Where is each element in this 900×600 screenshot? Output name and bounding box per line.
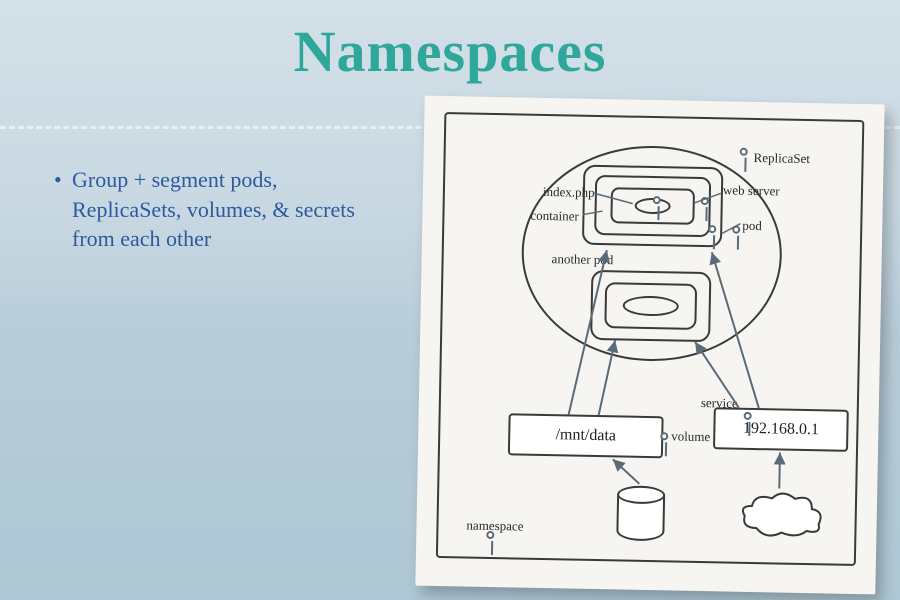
pin-icon xyxy=(740,148,748,156)
webserver-label: web server xyxy=(723,183,780,197)
volume-box: /mnt/data xyxy=(508,413,664,458)
service-ip-label: 192.168.0.1 xyxy=(743,420,819,439)
anotherpod-label: another pod xyxy=(552,252,614,266)
storage-cylinder-icon xyxy=(616,485,665,541)
volume-label: volume xyxy=(671,428,710,445)
pod-label: pod xyxy=(742,218,762,234)
replicaset-label: ReplicaSet xyxy=(753,150,810,167)
bullet-text: Group + segment pods, ReplicaSets, volum… xyxy=(72,165,392,254)
pin-icon xyxy=(486,531,494,539)
slide-title: Namespaces xyxy=(0,0,900,85)
namespace-label: namespace xyxy=(466,518,523,535)
service-box: 192.168.0.1 xyxy=(713,407,849,452)
service-label: service xyxy=(701,395,738,412)
diagram-paper: /mnt/data 192.168.0.1 ReplicaSet index.p… xyxy=(415,96,884,595)
cloud-icon xyxy=(736,488,827,545)
diagram-sketch: /mnt/data 192.168.0.1 ReplicaSet index.p… xyxy=(436,112,864,566)
volume-path-label: /mnt/data xyxy=(555,426,616,445)
pin-icon xyxy=(660,432,668,440)
container-label: container xyxy=(530,208,579,225)
indexphp-label: index.php xyxy=(543,184,595,201)
